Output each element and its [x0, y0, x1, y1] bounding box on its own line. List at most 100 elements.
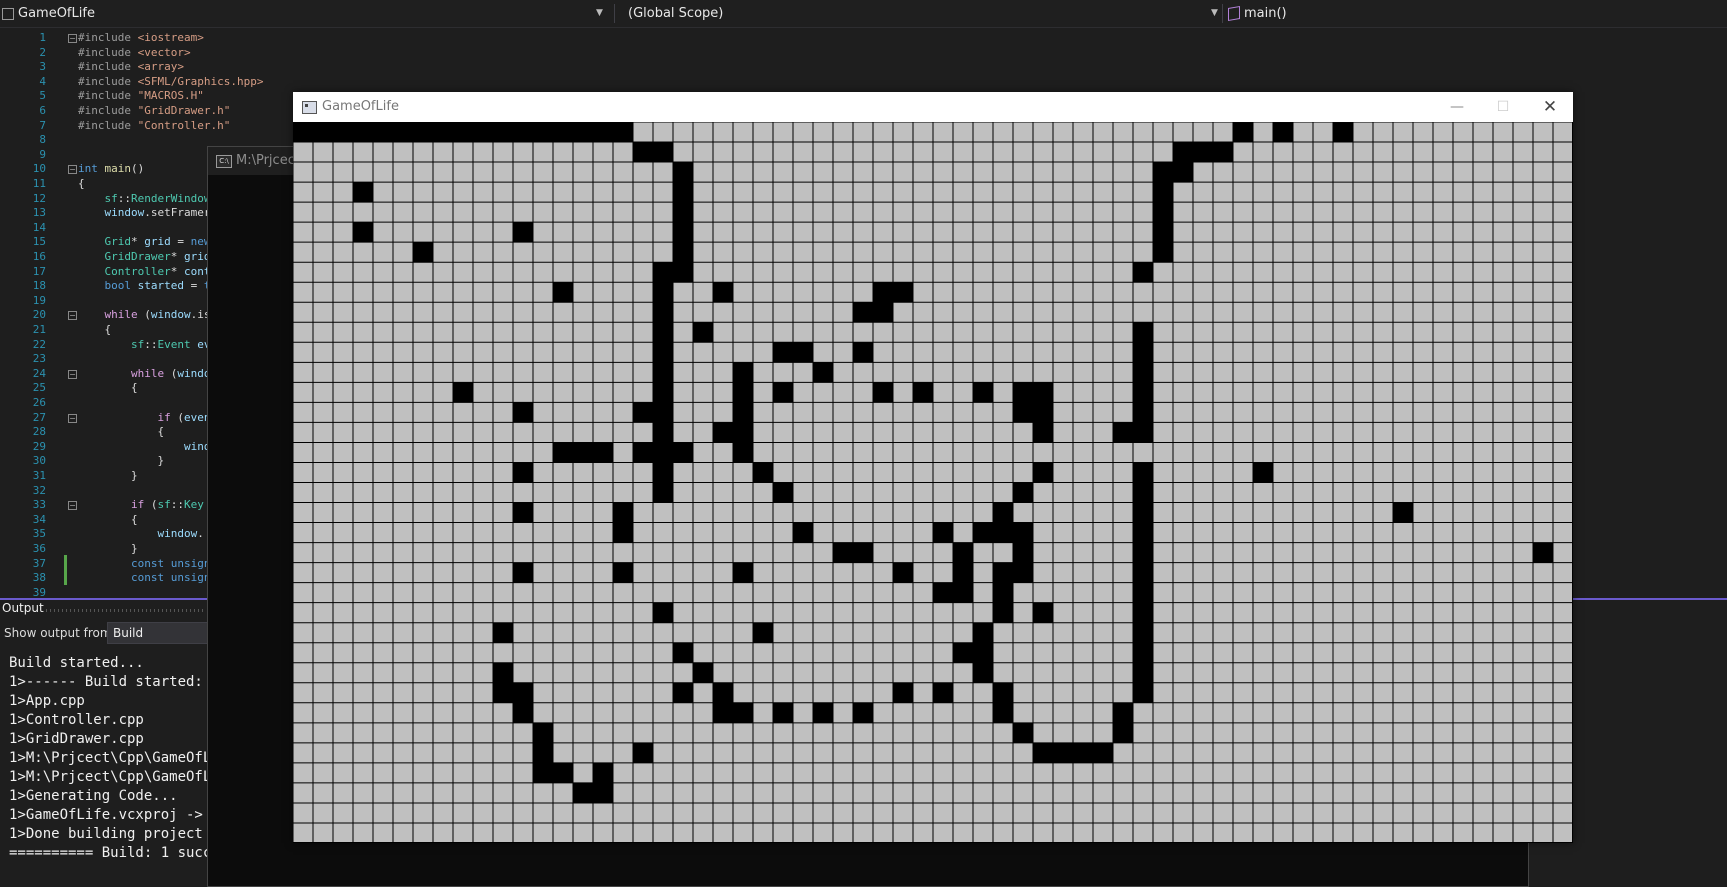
alive-cell[interactable]	[1133, 522, 1153, 543]
alive-cell[interactable]	[853, 342, 873, 363]
code-line[interactable]: sf::Event ev	[78, 338, 211, 353]
alive-cell[interactable]	[833, 542, 853, 563]
code-line[interactable]: #include <iostream>	[78, 31, 204, 46]
alive-cell[interactable]	[673, 262, 693, 283]
alive-cell[interactable]	[993, 562, 1013, 583]
alive-cell[interactable]	[1173, 142, 1193, 163]
alive-cell[interactable]	[793, 342, 813, 363]
alive-cell[interactable]	[493, 622, 513, 643]
alive-cell[interactable]	[973, 522, 993, 543]
alive-cell[interactable]	[553, 442, 573, 463]
alive-cell[interactable]	[1113, 702, 1133, 723]
alive-cell[interactable]	[433, 122, 453, 143]
alive-cell[interactable]	[493, 682, 513, 703]
alive-cell[interactable]	[953, 582, 973, 603]
alive-cell[interactable]	[513, 702, 533, 723]
alive-cell[interactable]	[1053, 742, 1073, 763]
alive-cell[interactable]	[713, 702, 733, 723]
alive-cell[interactable]	[953, 542, 973, 563]
code-line[interactable]: bool started = t	[78, 279, 211, 294]
code-line[interactable]: #include <array>	[78, 60, 184, 75]
life-grid[interactable]	[293, 122, 1573, 843]
alive-cell[interactable]	[413, 242, 433, 263]
alive-cell[interactable]	[353, 222, 373, 243]
panel-drag-grip[interactable]	[46, 609, 206, 612]
alive-cell[interactable]	[1013, 562, 1033, 583]
alive-cell[interactable]	[533, 742, 553, 763]
alive-cell[interactable]	[1093, 742, 1113, 763]
alive-cell[interactable]	[1153, 182, 1173, 203]
alive-cell[interactable]	[1033, 462, 1053, 483]
code-line[interactable]: while (windo	[78, 367, 211, 382]
alive-cell[interactable]	[513, 462, 533, 483]
alive-cell[interactable]	[653, 382, 673, 403]
alive-cell[interactable]	[1193, 142, 1213, 163]
alive-cell[interactable]	[313, 122, 333, 143]
alive-cell[interactable]	[673, 642, 693, 663]
code-line[interactable]: #include <vector>	[78, 46, 191, 61]
alive-cell[interactable]	[733, 562, 753, 583]
alive-cell[interactable]	[1013, 542, 1033, 563]
alive-cell[interactable]	[653, 282, 673, 303]
alive-cell[interactable]	[573, 122, 593, 143]
alive-cell[interactable]	[1113, 722, 1133, 743]
alive-cell[interactable]	[1013, 402, 1033, 423]
alive-cell[interactable]	[333, 122, 353, 143]
alive-cell[interactable]	[1073, 742, 1093, 763]
alive-cell[interactable]	[673, 162, 693, 183]
alive-cell[interactable]	[1033, 742, 1053, 763]
alive-cell[interactable]	[673, 242, 693, 263]
code-line[interactable]: {	[78, 425, 164, 440]
alive-cell[interactable]	[653, 442, 673, 463]
alive-cell[interactable]	[1533, 542, 1553, 563]
alive-cell[interactable]	[1133, 682, 1153, 703]
alive-cell[interactable]	[453, 122, 473, 143]
alive-cell[interactable]	[733, 702, 753, 723]
alive-cell[interactable]	[653, 462, 673, 483]
alive-cell[interactable]	[653, 482, 673, 503]
alive-cell[interactable]	[913, 382, 933, 403]
code-line[interactable]: #include "Controller.h"	[78, 119, 230, 134]
code-line[interactable]: }	[78, 454, 164, 469]
alive-cell[interactable]	[733, 362, 753, 383]
alive-cell[interactable]	[1133, 622, 1153, 643]
code-line[interactable]: sf::RenderWindow	[78, 192, 211, 207]
alive-cell[interactable]	[973, 662, 993, 683]
alive-cell[interactable]	[673, 202, 693, 223]
alive-cell[interactable]	[813, 362, 833, 383]
code-line[interactable]: if (sf::Key	[78, 498, 204, 513]
alive-cell[interactable]	[993, 602, 1013, 623]
code-line[interactable]: window.	[78, 527, 203, 542]
minimize-button[interactable]: —	[1434, 92, 1480, 122]
alive-cell[interactable]	[593, 782, 613, 803]
fold-toggle-icon[interactable]: −	[68, 501, 77, 511]
alive-cell[interactable]	[713, 422, 733, 443]
alive-cell[interactable]	[1033, 402, 1053, 423]
code-line[interactable]: {	[78, 323, 111, 338]
alive-cell[interactable]	[713, 282, 733, 303]
code-line[interactable]: window.setFramer	[78, 206, 211, 221]
code-line[interactable]: #include "GridDrawer.h"	[78, 104, 230, 119]
alive-cell[interactable]	[353, 182, 373, 203]
code-line[interactable]: wind	[78, 440, 211, 455]
alive-cell[interactable]	[933, 682, 953, 703]
alive-cell[interactable]	[733, 382, 753, 403]
alive-cell[interactable]	[613, 122, 633, 143]
fold-toggle-icon[interactable]: −	[68, 369, 77, 379]
alive-cell[interactable]	[413, 122, 433, 143]
alive-cell[interactable]	[933, 522, 953, 543]
code-line[interactable]: }	[78, 542, 138, 557]
alive-cell[interactable]	[493, 122, 513, 143]
alive-cell[interactable]	[1013, 382, 1033, 403]
alive-cell[interactable]	[1273, 122, 1293, 143]
alive-cell[interactable]	[893, 682, 913, 703]
alive-cell[interactable]	[753, 462, 773, 483]
fold-toggle-icon[interactable]: −	[68, 311, 77, 321]
alive-cell[interactable]	[1133, 422, 1153, 443]
alive-cell[interactable]	[1133, 602, 1153, 623]
alive-cell[interactable]	[613, 502, 633, 523]
alive-cell[interactable]	[553, 122, 573, 143]
code-line[interactable]: {	[78, 381, 138, 396]
alive-cell[interactable]	[993, 522, 1013, 543]
gameoflife-window[interactable]: GameOfLife — ☐ ✕	[293, 92, 1573, 843]
